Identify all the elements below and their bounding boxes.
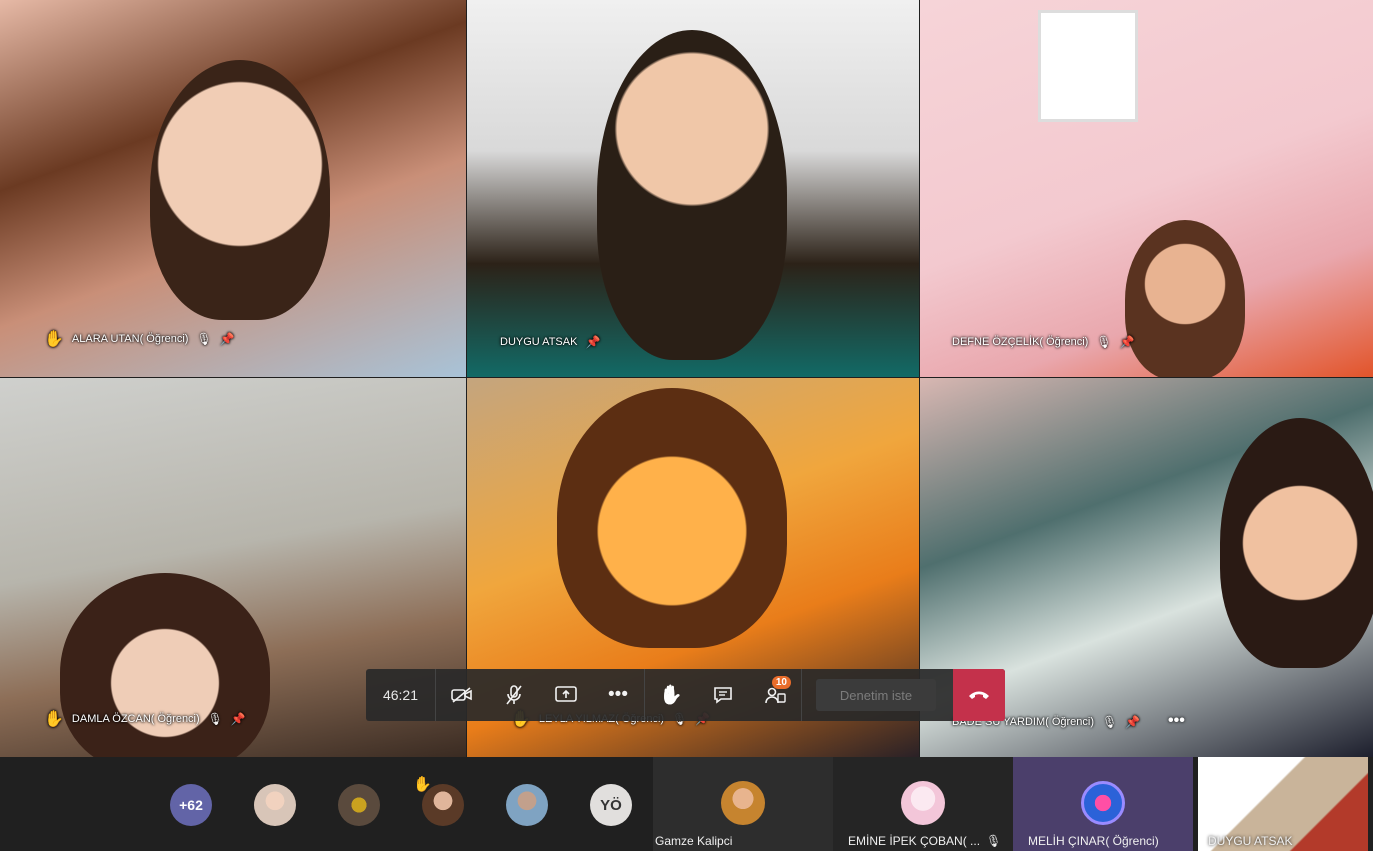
participant-name-row: MELİH ÇINAR( Öğrenci) bbox=[1028, 834, 1159, 848]
divider bbox=[801, 669, 802, 721]
mic-off-icon: 🎙 bbox=[207, 712, 223, 726]
participant-name: Gamze Kalipci bbox=[655, 834, 733, 848]
video-tile[interactable]: ✋ ALARA UTAN( Öğrenci) 🎙 📌 bbox=[0, 0, 466, 377]
participant-tile[interactable]: MELİH ÇINAR( Öğrenci) bbox=[1013, 757, 1193, 851]
participant-video bbox=[597, 30, 787, 360]
participant-name: DUYGU ATSAK bbox=[500, 336, 578, 348]
more-participants-button[interactable]: +62 bbox=[170, 784, 212, 826]
participant-tile[interactable]: EMİNE İPEK ÇOBAN( ... 🎙 bbox=[833, 757, 1013, 851]
pin-icon[interactable]: 📌 bbox=[1120, 335, 1135, 349]
camera-off-icon bbox=[451, 687, 472, 703]
avatar[interactable] bbox=[506, 784, 548, 826]
participant-name: MELİH ÇINAR( Öğrenci) bbox=[1028, 834, 1159, 848]
call-timer: 46:21 bbox=[366, 669, 436, 721]
mic-off-icon: 🎙 bbox=[1096, 335, 1112, 349]
participant-name: DAMLA ÖZCAN( Öğrenci) bbox=[71, 713, 200, 725]
avatar bbox=[901, 781, 945, 825]
meeting-control-bar: 46:21 ••• ✋ 10 Denetim iste bbox=[366, 669, 1005, 721]
hang-up-button[interactable] bbox=[953, 669, 1005, 721]
tile-name-row: ✋ ALARA UTAN( Öğrenci) 🎙 📌 bbox=[44, 329, 235, 349]
participant-video bbox=[60, 573, 270, 757]
more-actions-button[interactable]: ••• bbox=[592, 669, 644, 721]
avatar[interactable] bbox=[422, 784, 464, 826]
avatar[interactable] bbox=[254, 784, 296, 826]
share-screen-button[interactable] bbox=[540, 669, 592, 721]
wall-frame bbox=[1038, 10, 1138, 122]
participant-name: ALARA UTAN( Öğrenci) bbox=[71, 333, 189, 345]
pin-icon[interactable]: 📌 bbox=[231, 712, 246, 726]
raise-hand-button[interactable]: ✋ bbox=[645, 669, 697, 721]
participant-name: EMİNE İPEK ÇOBAN( ... bbox=[848, 834, 981, 848]
chat-button[interactable] bbox=[697, 669, 749, 721]
mic-off-icon: 🎙 bbox=[196, 332, 212, 346]
mic-off-icon bbox=[506, 685, 522, 705]
video-tile[interactable]: DUYGU ATSAK 📌 bbox=[467, 0, 919, 377]
participant-name-row: DUYGU ATSAK bbox=[1208, 834, 1292, 848]
share-screen-icon bbox=[555, 686, 577, 702]
participants-count-badge: 10 bbox=[771, 676, 791, 689]
participant-video bbox=[1125, 220, 1245, 377]
participant-name-row: EMİNE İPEK ÇOBAN( ... 🎙 bbox=[848, 834, 1001, 848]
participant-strip: +62 ✋ YÖ Gamze Kalipci EMİNE İPEK ÇOBAN(… bbox=[0, 757, 1373, 851]
mic-toggle-button[interactable] bbox=[488, 669, 540, 721]
video-grid: ✋ ALARA UTAN( Öğrenci) 🎙 📌 DUYGU ATSAK 📌… bbox=[0, 0, 1373, 757]
pin-icon[interactable]: 📌 bbox=[585, 335, 600, 349]
mic-off-icon: 🎙 bbox=[986, 834, 1002, 848]
avatar-initials[interactable]: YÖ bbox=[590, 784, 632, 826]
hand-icon: ✋ bbox=[659, 685, 683, 706]
tile-name-row: ✋ DAMLA ÖZCAN( Öğrenci) 🎙 📌 bbox=[44, 709, 246, 729]
avatar bbox=[1081, 781, 1125, 825]
phone-hangup-icon bbox=[969, 691, 989, 699]
participant-video bbox=[557, 388, 787, 648]
avatar bbox=[721, 781, 765, 825]
chat-icon bbox=[714, 687, 732, 704]
participant-tile[interactable]: Gamze Kalipci bbox=[653, 757, 833, 851]
video-tile[interactable]: DEFNE ÖZÇELİK( Öğrenci) 🎙 📌 bbox=[920, 0, 1373, 377]
tile-more-options-button[interactable]: ••• bbox=[1168, 712, 1185, 730]
participant-video bbox=[1220, 418, 1373, 668]
tile-name-row: DUYGU ATSAK 📌 bbox=[500, 335, 600, 349]
participant-name: DEFNE ÖZÇELİK( Öğrenci) bbox=[952, 336, 1089, 348]
request-control-button[interactable]: Denetim iste bbox=[816, 679, 936, 711]
participant-name: DUYGU ATSAK bbox=[1208, 834, 1293, 848]
tile-name-row: DEFNE ÖZÇELİK( Öğrenci) 🎙 📌 bbox=[952, 335, 1135, 349]
avatar[interactable] bbox=[338, 784, 380, 826]
participant-video bbox=[150, 60, 330, 320]
pin-icon[interactable]: 📌 bbox=[1125, 715, 1140, 729]
mic-off-icon: 🎙 bbox=[1102, 715, 1118, 729]
camera-toggle-button[interactable] bbox=[436, 669, 488, 721]
participant-name-row: Gamze Kalipci bbox=[655, 834, 732, 848]
raised-hand-icon: ✋ bbox=[44, 711, 64, 728]
raised-hand-icon: ✋ bbox=[44, 331, 64, 348]
shared-content-tile[interactable]: DUYGU ATSAK bbox=[1198, 757, 1368, 851]
participants-button[interactable]: 10 bbox=[749, 669, 801, 721]
pin-icon[interactable]: 📌 bbox=[220, 332, 235, 346]
